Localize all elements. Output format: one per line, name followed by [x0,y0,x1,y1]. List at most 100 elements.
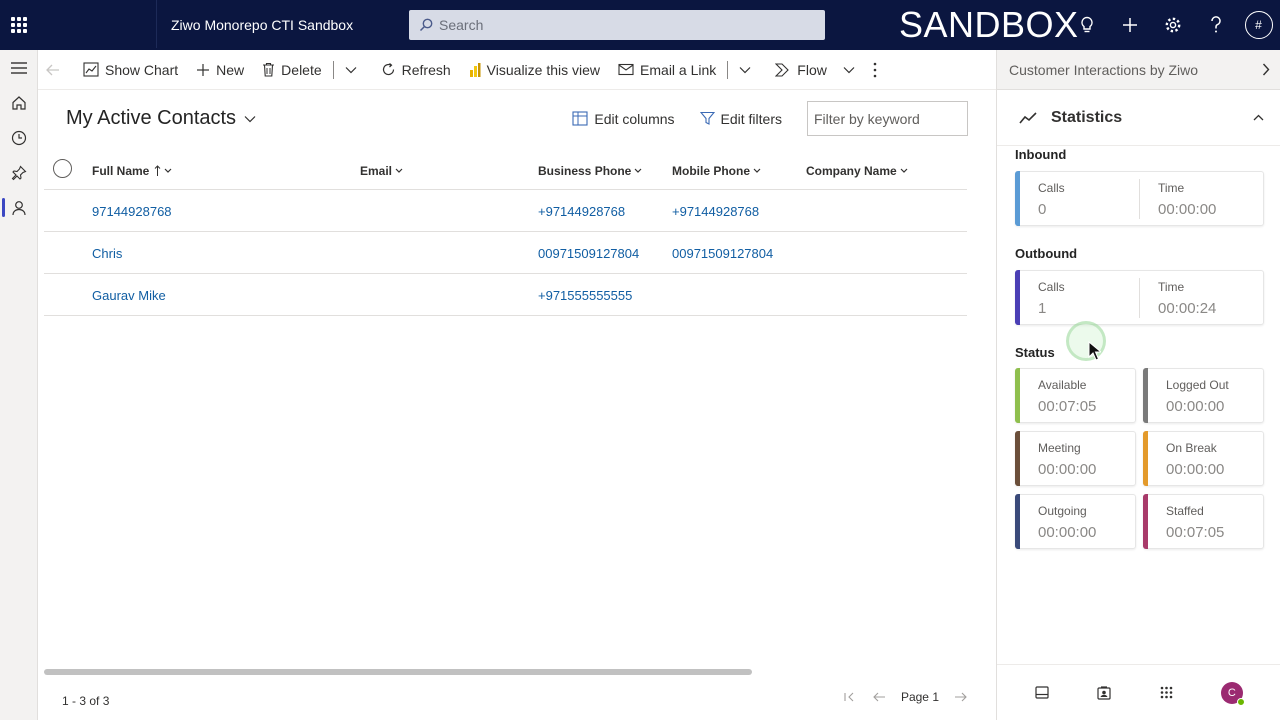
more-delete-options-button[interactable] [336,50,372,90]
nav-pinned[interactable] [0,155,38,190]
inbound-time-label: Time [1158,181,1185,195]
previous-page-button[interactable] [873,692,886,702]
plus-icon [197,63,210,76]
table-row[interactable]: Gaurav Mike +971555555555 [44,274,967,316]
outbound-calls-value: 1 [1038,300,1047,317]
edit-filters-button[interactable]: Edit filters [699,110,782,127]
business-phone-link[interactable]: 00971509127804 [538,232,639,274]
email-link-button[interactable]: Email a Link [609,50,725,90]
command-bar: Show Chart New Delete Refresh Visualize … [38,50,996,90]
column-header-business-phone[interactable]: Business Phone [538,152,642,190]
left-navigation-rail [0,50,38,720]
inbound-card: Calls 0 Time 00:00:00 [1015,171,1264,226]
delete-button[interactable]: Delete [253,50,330,90]
next-page-button[interactable] [954,692,967,702]
chevron-down-icon [900,168,908,173]
column-header-label: Business Phone [538,164,632,178]
profile-button[interactable]: # [1237,0,1280,50]
outbound-time-label: Time [1158,280,1185,294]
status-color-bar [1143,431,1148,486]
pin-icon [11,165,27,180]
phone-icon[interactable] [1035,686,1049,699]
page-number: Page 1 [900,690,939,704]
arrow-left-icon [46,64,59,75]
help-button[interactable] [1194,0,1237,50]
inbound-time-value: 00:00:00 [1158,201,1217,218]
chevron-right-icon[interactable] [1262,63,1270,76]
chevron-down-icon [739,66,751,73]
new-item-button[interactable] [1108,0,1151,50]
hamburger-menu-button[interactable] [0,50,38,85]
inbound-color-bar [1015,171,1020,226]
status-name: Outgoing [1038,504,1087,518]
customer-interactions-panel: Customer Interactions by Ziwo Statistics… [996,50,1280,720]
agent-initial: C [1227,686,1236,699]
status-name: Available [1038,378,1087,392]
main-content: My Active Contacts Edit columns Edit fil… [38,90,996,720]
status-card-available: Available 00:07:05 [1015,368,1136,423]
full-name-link[interactable]: 97144928768 [92,190,172,232]
filter-icon [699,111,715,125]
horizontal-scrollbar[interactable] [44,669,752,675]
mouse-cursor-icon [1088,341,1101,361]
more-commands-button[interactable] [864,50,892,90]
mobile-phone-link[interactable]: 00971509127804 [672,232,773,274]
status-color-bar [1015,431,1020,486]
business-phone-link[interactable]: +971555555555 [538,274,632,316]
more-email-options-button[interactable] [730,50,766,90]
app-launcher-button[interactable] [0,0,38,50]
edit-columns-button[interactable]: Edit columns [572,111,675,127]
status-card-staffed: Staffed 00:07:05 [1143,494,1264,549]
show-chart-label: Show Chart [105,61,179,78]
hamburger-icon [11,61,27,74]
new-button[interactable]: New [187,50,253,90]
refresh-button[interactable]: Refresh [372,50,460,90]
column-header-email[interactable]: Email [360,152,403,190]
mobile-phone-link[interactable]: +97144928768 [672,190,759,232]
column-header-full-name[interactable]: Full Name [92,152,172,190]
lightbulb-icon [1080,16,1093,33]
show-chart-button[interactable]: Show Chart [74,50,187,90]
column-header-mobile-phone[interactable]: Mobile Phone [672,152,761,190]
table-row[interactable]: 97144928768 +97144928768 +97144928768 [44,190,967,232]
status-card-meeting: Meeting 00:00:00 [1015,431,1136,486]
pagination: Page 1 [835,690,976,704]
delete-label: Delete [281,61,322,78]
dialpad-icon[interactable] [1160,686,1173,699]
visualize-view-button[interactable]: Visualize this view [460,50,609,90]
lightbulb-button[interactable] [1065,0,1108,50]
person-icon [12,200,26,215]
visualize-label: Visualize this view [486,61,601,78]
trend-line-icon [1019,111,1037,124]
nav-recent[interactable] [0,120,38,155]
table-row[interactable]: Chris 00971509127804 00971509127804 [44,232,967,274]
column-header-label: Email [360,164,393,178]
status-time: 00:07:05 [1038,398,1097,415]
grid-header: Full Name Email Business Phone Mobile Ph… [44,152,967,190]
full-name-link[interactable]: Chris [92,232,122,274]
flow-button[interactable]: Flow [766,50,864,90]
plus-icon [1122,18,1137,32]
nav-contacts[interactable] [0,190,38,225]
full-name-link[interactable]: Gaurav Mike [92,274,166,316]
global-search-input[interactable]: Search [409,10,825,40]
app-name[interactable]: Ziwo Monorepo CTI Sandbox [157,0,407,50]
contact-card-icon[interactable] [1097,685,1111,700]
business-phone-link[interactable]: +97144928768 [538,190,625,232]
edit-filters-label: Edit filters [720,110,782,127]
status-time: 00:00:00 [1166,461,1225,478]
settings-button[interactable] [1151,0,1194,50]
column-header-company-name[interactable]: Company Name [806,152,908,190]
view-selector[interactable]: My Active Contacts [66,107,256,130]
status-color-bar [1015,494,1020,549]
select-all-checkbox[interactable] [53,159,72,178]
first-page-button[interactable] [844,692,855,702]
agent-avatar[interactable]: C [1220,681,1245,706]
back-button[interactable] [38,50,74,90]
statistics-section-header[interactable]: Statistics [997,90,1280,146]
sort-ascending-icon [155,165,161,176]
nav-home[interactable] [0,85,38,120]
filter-by-keyword-input[interactable]: Filter by keyword [807,101,968,136]
gear-icon [1165,17,1180,33]
home-icon [12,95,26,110]
